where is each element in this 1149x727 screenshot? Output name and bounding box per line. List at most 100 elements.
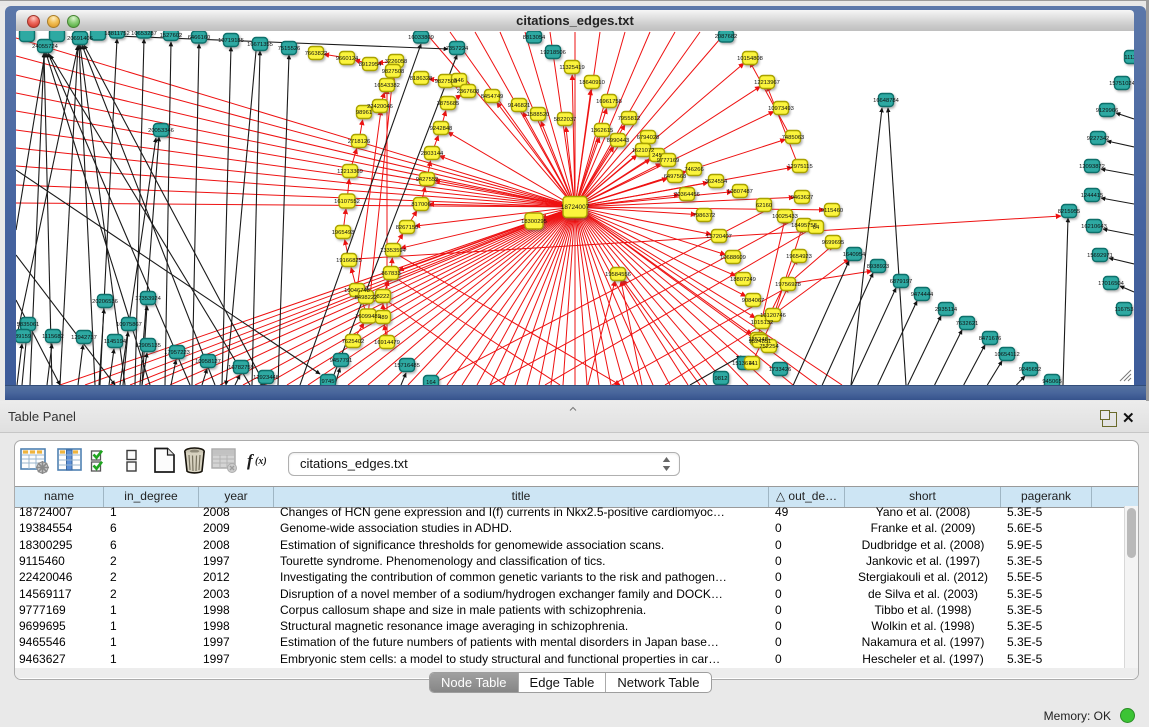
svg-text:6497568: 6497568 (664, 174, 687, 180)
svg-text:8186328: 8186328 (410, 76, 433, 82)
svg-text:7485063: 7485063 (782, 135, 805, 141)
svg-text:1588520: 1588520 (527, 112, 550, 118)
svg-text:13353594: 13353594 (380, 248, 407, 254)
svg-text:9227342: 9227342 (1087, 136, 1110, 142)
svg-text:16210643: 16210643 (1081, 224, 1107, 230)
svg-text:16671355: 16671355 (247, 42, 273, 48)
svg-text:10958127: 10958127 (195, 359, 221, 365)
svg-text:7986372: 7986372 (693, 213, 716, 219)
svg-text:10973493: 10973493 (768, 106, 794, 112)
svg-text:20364456: 20364456 (674, 192, 700, 198)
svg-text:116753: 116753 (1115, 307, 1134, 313)
svg-text:9463627: 9463627 (791, 195, 814, 201)
svg-text:9427552: 9427552 (416, 177, 439, 183)
svg-text:9245652: 9245652 (1019, 367, 1042, 373)
svg-text:8813054: 8813054 (523, 35, 546, 41)
svg-text:12093872: 12093872 (1079, 164, 1105, 170)
svg-text:10719185: 10719185 (218, 38, 244, 44)
svg-text:2718126: 2718126 (348, 139, 371, 145)
svg-text:20053346: 20053346 (148, 128, 174, 134)
svg-text:8912954: 8912954 (359, 62, 382, 68)
svg-text:39159: 39159 (16, 334, 31, 340)
svg-text:62160: 62160 (756, 203, 772, 209)
svg-text:7663822: 7663822 (305, 51, 328, 57)
svg-text:64: 64 (813, 225, 820, 231)
svg-text:9129966: 9129966 (1096, 108, 1119, 114)
svg-text:1527602: 1527602 (160, 33, 183, 39)
svg-text:1115682: 1115682 (42, 334, 64, 340)
svg-text:24055724: 24055724 (32, 44, 59, 50)
svg-text:16961758: 16961758 (596, 99, 622, 105)
svg-text:10025433: 10025433 (772, 214, 798, 220)
svg-text:945065: 945065 (1042, 379, 1061, 385)
svg-text:17016504: 17016504 (1098, 281, 1125, 287)
svg-text:15692971: 15692971 (1087, 253, 1113, 259)
svg-text:3624554: 3624554 (705, 179, 728, 185)
svg-text:2367608: 2367608 (457, 89, 480, 95)
svg-text:8454749: 8454749 (481, 94, 504, 100)
svg-text:19654923: 19654923 (786, 254, 812, 260)
svg-text:18640910: 18640910 (579, 80, 605, 86)
svg-text:9474444: 9474444 (911, 292, 934, 298)
svg-text:98961: 98961 (356, 110, 372, 116)
svg-text:10654112: 10654112 (994, 352, 1019, 358)
svg-text:8215955: 8215955 (1058, 209, 1081, 215)
svg-text:12213967: 12213967 (754, 80, 780, 86)
svg-text:7357224: 7357224 (446, 46, 469, 52)
svg-text:9115460: 9115460 (821, 208, 843, 214)
svg-text:1145194: 1145194 (104, 339, 127, 345)
svg-text:12905135: 12905135 (135, 343, 161, 349)
svg-text:9457791: 9457791 (330, 358, 353, 364)
svg-text:9524851: 9524851 (749, 339, 772, 345)
svg-text:7515526: 7515526 (278, 46, 301, 52)
svg-text:8267150: 8267150 (396, 225, 419, 231)
svg-text:41: 41 (749, 361, 755, 367)
svg-text:19166825: 19166825 (336, 258, 362, 264)
svg-text:9084067: 9084067 (742, 298, 765, 304)
svg-text:9146821: 9146821 (508, 103, 531, 109)
svg-text:16120746: 16120746 (760, 313, 786, 319)
svg-text:6879197: 6879197 (890, 279, 913, 285)
svg-text:2935114: 2935114 (935, 307, 958, 313)
svg-text:10046748: 10046748 (344, 288, 370, 294)
svg-text:17353924: 17353924 (135, 296, 162, 302)
svg-text:16914479: 16914479 (374, 340, 400, 346)
svg-text:5822037: 5822037 (554, 117, 577, 123)
svg-text:15751024: 15751024 (1109, 81, 1134, 87)
svg-text:12923448: 12923448 (253, 375, 279, 381)
svg-text:7625402: 7625402 (342, 339, 365, 345)
svg-text:18811752: 18811752 (104, 31, 129, 37)
svg-text:5835061: 5835061 (17, 322, 40, 328)
svg-text:7955812: 7955812 (618, 116, 641, 122)
svg-text:546: 546 (454, 78, 464, 84)
svg-text:15716485: 15716485 (394, 363, 420, 369)
svg-text:17957223: 17957223 (164, 350, 190, 356)
svg-text:6466160: 6466160 (188, 35, 211, 41)
svg-text:1640954: 1640954 (843, 252, 866, 258)
svg-text:18807249: 18807249 (730, 277, 756, 283)
svg-text:18300295: 18300295 (521, 219, 547, 225)
svg-text:18724007: 18724007 (561, 204, 590, 211)
svg-text:3875685: 3875685 (437, 101, 460, 107)
svg-text:9660124: 9660124 (336, 56, 359, 62)
svg-text:1244415: 1244415 (1081, 193, 1104, 199)
svg-text:20206536: 20206536 (92, 299, 118, 305)
svg-text:16543382: 16543382 (374, 83, 400, 89)
svg-text:12942737: 12942737 (71, 335, 97, 341)
svg-text:12213369: 12213369 (337, 169, 363, 175)
svg-text:16099489: 16099489 (355, 314, 381, 320)
svg-text:10154808: 10154808 (737, 56, 763, 62)
svg-text:2803144: 2803144 (421, 151, 444, 157)
svg-text:1965493: 1965493 (332, 230, 355, 236)
svg-text:16648784: 16648784 (873, 98, 900, 104)
svg-text:9812: 9812 (715, 376, 728, 382)
svg-text:19218506: 19218506 (540, 50, 566, 56)
svg-text:19756928: 19756928 (775, 282, 801, 288)
svg-text:10688609: 10688609 (720, 255, 746, 261)
svg-text:11123: 11123 (1124, 55, 1134, 61)
svg-text:1733426: 1733426 (769, 367, 792, 373)
svg-text:746266: 746266 (684, 167, 703, 173)
svg-text:16107552: 16107552 (334, 199, 360, 205)
svg-text:9242848: 9242848 (430, 126, 453, 132)
svg-text:1621072: 1621072 (632, 148, 655, 154)
